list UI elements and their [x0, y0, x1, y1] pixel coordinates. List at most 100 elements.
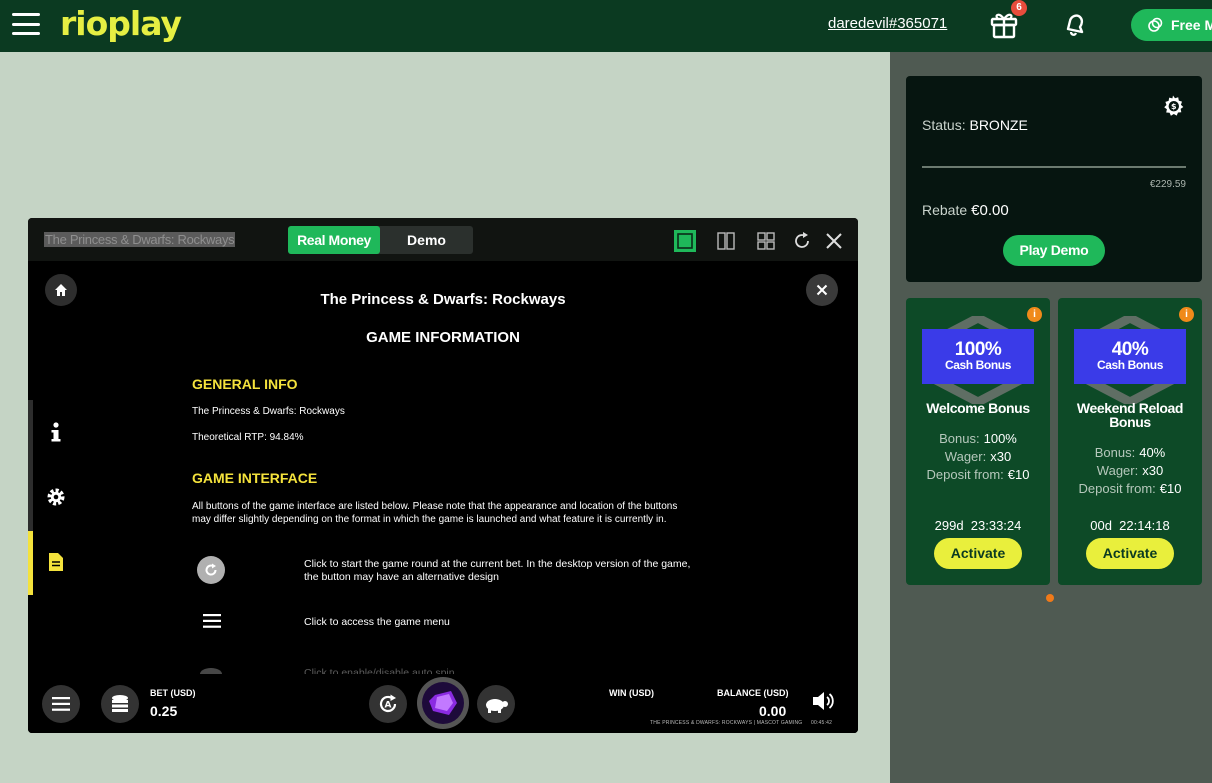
bonus-tag: 100% Cash Bonus	[922, 329, 1034, 384]
game-toolbar: The Princess & Dwarfs: Rockways Real Mon…	[28, 218, 858, 261]
rebate-label: Rebate	[922, 202, 968, 218]
gear-icon	[47, 488, 65, 506]
win-label: WIN (USD)	[609, 688, 654, 698]
demo-tab[interactable]: Demo	[380, 226, 473, 254]
game-canvas: The Princess & Dwarfs: Rockways GAME INF…	[28, 261, 858, 733]
turbo-button[interactable]	[477, 685, 515, 723]
bet-label: BET (USD)	[150, 688, 196, 698]
document-icon	[49, 553, 63, 571]
spin-description: Click to start the game round at the cur…	[304, 558, 691, 583]
status-value: BRONZE	[969, 117, 1028, 133]
bonus-tag: 40% Cash Bonus	[1074, 329, 1186, 384]
spin-button[interactable]	[417, 677, 469, 729]
status-progress-bar	[922, 166, 1186, 168]
rebate-line: Rebate €0.00	[922, 202, 1009, 219]
mode-switch: Real Money Demo	[288, 226, 473, 254]
rebate-value: €0.00	[971, 202, 1009, 219]
sound-icon[interactable]	[811, 690, 835, 712]
grid-view-icon[interactable]	[755, 230, 777, 252]
interface-intro: All buttons of the game interface are li…	[192, 501, 678, 525]
autoplay-icon: A	[379, 694, 397, 713]
status-label-text: Status:	[922, 117, 966, 133]
autoplay-button[interactable]: A	[369, 685, 407, 723]
deposit-label: Deposit from:	[926, 467, 1004, 482]
bonus-type: Cash Bonus	[944, 358, 1011, 372]
game-interface-heading: GAME INTERFACE	[192, 470, 318, 486]
free-money-button[interactable]: Free M	[1131, 9, 1212, 41]
activate-button[interactable]: Activate	[934, 538, 1022, 569]
rioplay-logo[interactable]: rioplay	[60, 4, 182, 43]
info-icon	[51, 422, 61, 442]
single-view-icon[interactable]	[674, 230, 696, 252]
free-money-label: Free M	[1171, 17, 1212, 33]
deposit-label: Deposit from:	[1078, 481, 1156, 496]
svg-text:A: A	[385, 701, 392, 711]
balance-value: 0.00	[759, 703, 787, 719]
bonus-card-weekend-reload: i 40% Cash Bonus Weekend Reload Bonus Bo…	[1058, 298, 1202, 585]
wager-row: Wager: x30	[906, 448, 1050, 466]
bonus-timer: 00d 22:14:18	[1090, 518, 1170, 533]
username-link[interactable]: daredevil#365071	[828, 15, 947, 32]
refresh-icon[interactable]	[791, 230, 813, 252]
info-icon[interactable]: i	[1027, 307, 1042, 322]
deposit-value: €10	[1007, 467, 1030, 482]
activate-button[interactable]: Activate	[1086, 538, 1174, 569]
deposit-row: Deposit from: €10	[906, 466, 1050, 484]
carousel-dot[interactable]	[1046, 594, 1054, 602]
real-money-tab[interactable]: Real Money	[288, 226, 380, 254]
close-icon[interactable]	[823, 230, 845, 252]
bonus-card-welcome: i 100% Cash Bonus Welcome Bonus Bonus: 10…	[906, 298, 1050, 585]
bonus-name: Welcome Bonus	[926, 400, 1030, 416]
side-tab-document[interactable]	[28, 531, 88, 595]
general-game-name: The Princess & Dwarfs: Rockways	[192, 406, 345, 417]
coins-icon	[1148, 17, 1163, 32]
wager-label: Wager:	[1096, 463, 1139, 478]
bonus-label: Bonus:	[939, 431, 980, 446]
gift-count-badge: 6	[1011, 0, 1027, 16]
bell-icon[interactable]	[1061, 10, 1089, 38]
menu-icon	[203, 614, 221, 628]
info-title: The Princess & Dwarfs: Rockways	[320, 291, 566, 308]
top-header: rioplay daredevil#365071 6 Free M	[0, 0, 1212, 52]
info-subtitle: GAME INFORMATION	[366, 329, 520, 346]
balance-label: BALANCE (USD)	[717, 688, 789, 698]
coin-stack-icon	[112, 695, 128, 712]
bonus-row: Bonus: 100%	[906, 430, 1050, 448]
game-menu-button[interactable]	[42, 685, 80, 723]
spin-icon	[197, 556, 225, 584]
general-info-heading: GENERAL INFO	[192, 376, 298, 392]
bet-value: 0.25	[150, 703, 178, 719]
deposit-row: Deposit from: €10	[1058, 480, 1202, 498]
bonus-label: Bonus:	[1094, 445, 1136, 460]
bonus-name: Weekend Reload Bonus	[1076, 400, 1184, 430]
menu-description: Click to access the game menu	[304, 616, 450, 628]
progress-amount: €229.59	[1149, 179, 1186, 190]
wager-row: Wager: x30	[1058, 462, 1202, 480]
wager-label: Wager:	[944, 449, 987, 464]
wager-value: x30	[1142, 463, 1164, 478]
crystal-gem-icon	[422, 682, 464, 724]
split-view-icon[interactable]	[715, 230, 737, 252]
wager-value: x30	[990, 449, 1012, 464]
settings-gear-icon[interactable]: $	[1161, 94, 1185, 118]
side-tab-settings[interactable]	[28, 465, 88, 529]
game-footer-text: THE PRINCESS & DWARFS: ROCKWAYS | MASCOT…	[650, 720, 803, 726]
info-icon[interactable]: i	[1179, 307, 1194, 322]
hamburger-menu-icon[interactable]	[12, 13, 40, 37]
bonus-timer: 299d 23:33:24	[934, 518, 1022, 533]
game-window: The Princess & Dwarfs: Rockways Real Mon…	[28, 218, 858, 733]
game-clock: 00:45:42	[811, 720, 833, 726]
bonus-type: Cash Bonus	[1096, 358, 1163, 372]
bonus-row: Bonus: 40%	[1058, 444, 1202, 462]
game-title: The Princess & Dwarfs: Rockways	[44, 232, 236, 247]
side-tab-info[interactable]	[28, 400, 88, 464]
turtle-icon	[486, 699, 508, 713]
svg-text:$: $	[1171, 102, 1177, 111]
bet-coins-button[interactable]	[101, 685, 139, 723]
menu-icon	[52, 697, 70, 711]
deposit-value: €10	[1159, 481, 1182, 496]
rtp-text: Theoretical RTP: 94.84%	[192, 432, 304, 443]
bonus-value: 40%	[1139, 445, 1166, 460]
play-demo-button[interactable]: Play Demo	[1003, 235, 1105, 266]
bonus-value: 100%	[983, 431, 1017, 446]
